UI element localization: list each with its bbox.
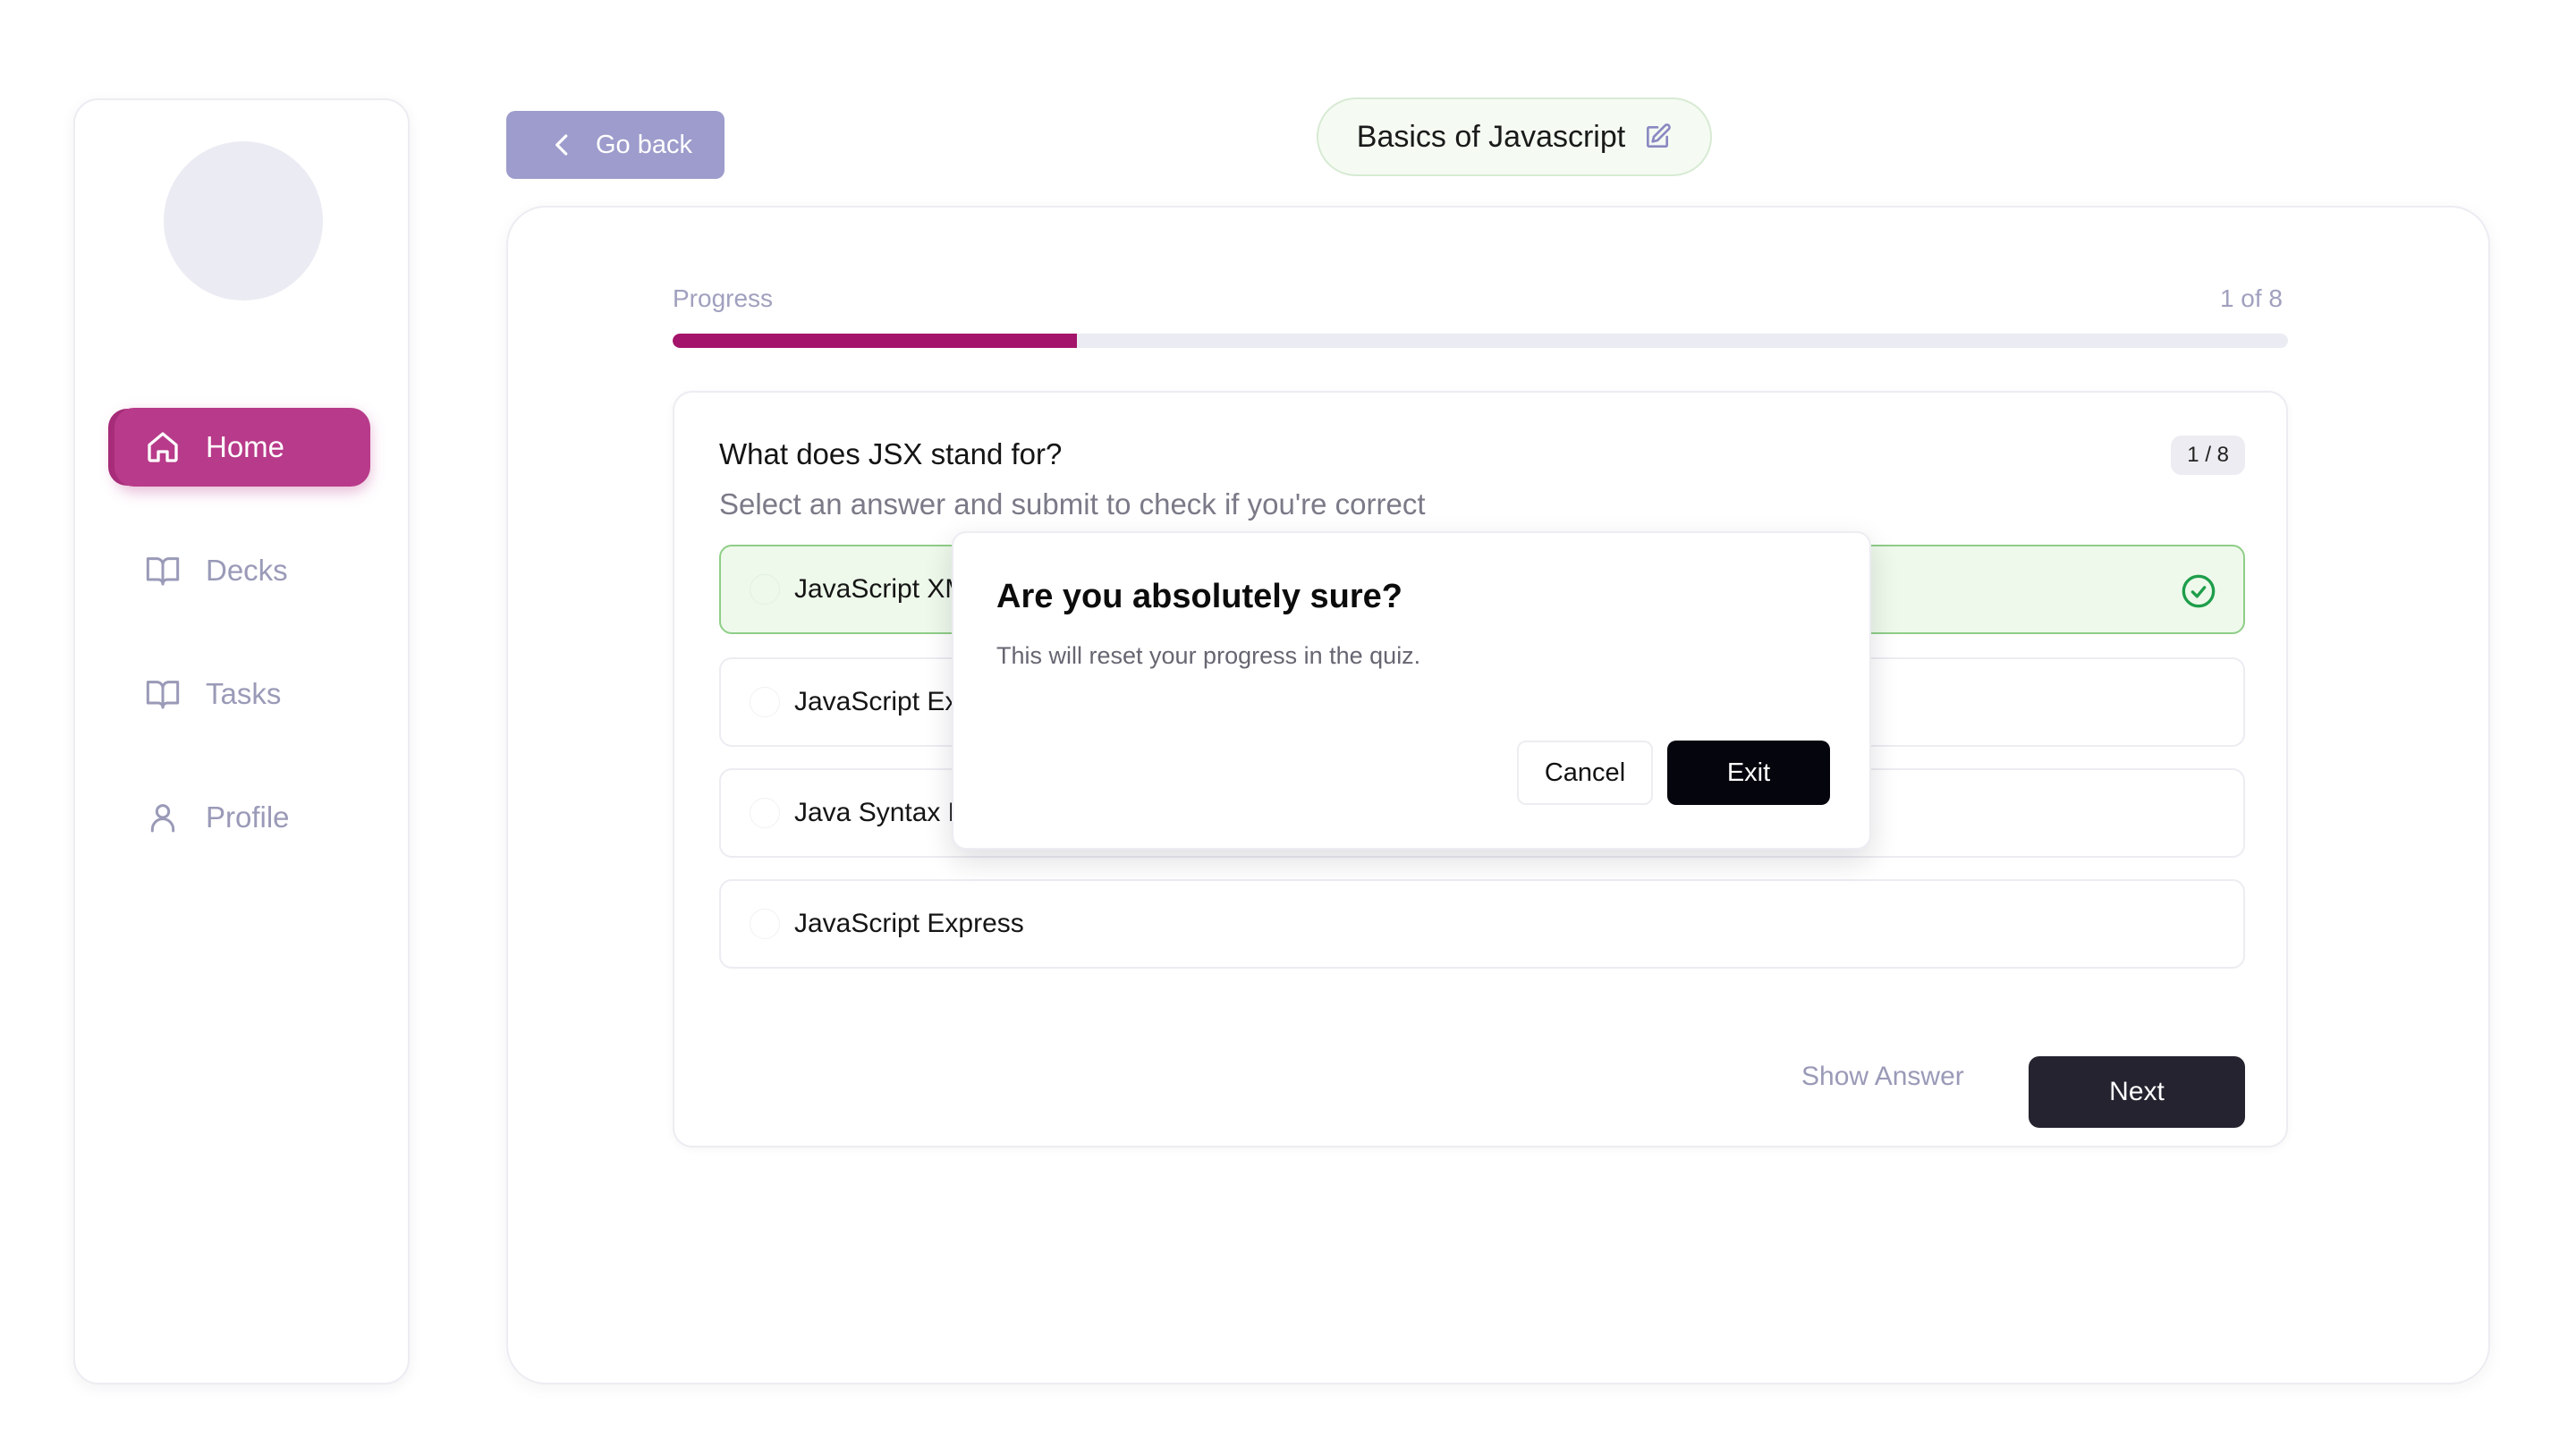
- edit-icon: [1647, 123, 1672, 148]
- sidebar-item-label: Decks: [206, 554, 288, 587]
- chevron-left-icon: [555, 134, 568, 156]
- progress-bar: [673, 334, 2288, 348]
- app-root: Home Decks Tasks Profile Go back Basics …: [0, 0, 2576, 1431]
- go-back-label: Go back: [596, 130, 692, 159]
- deck-title: Basics of Javascript: [1356, 119, 1626, 154]
- confirm-dialog: Are you absolutely sure? This will reset…: [952, 531, 1871, 850]
- cancel-button[interactable]: Cancel: [1517, 741, 1653, 805]
- radio-button[interactable]: [750, 798, 780, 828]
- book-icon: [145, 553, 181, 588]
- progress-fill: [673, 334, 1077, 348]
- radio-button[interactable]: [750, 574, 780, 605]
- sidebar-item-decks[interactable]: Decks: [114, 531, 370, 610]
- sidebar-item-label: Tasks: [206, 677, 282, 710]
- progress-label: Progress: [673, 284, 774, 312]
- radio-button[interactable]: [750, 909, 780, 939]
- deck-title-pill: Basics of Javascript: [1317, 97, 1712, 176]
- answer-option-label: JavaScript Express: [794, 909, 1024, 938]
- exit-button[interactable]: Exit: [1667, 741, 1830, 805]
- sidebar-item-profile[interactable]: Profile: [114, 778, 370, 857]
- avatar[interactable]: [164, 141, 323, 301]
- user-icon: [145, 800, 181, 835]
- check-circle-icon: [2182, 574, 2216, 608]
- edit-deck-button[interactable]: [1643, 123, 1672, 151]
- sidebar-item-label: Profile: [206, 800, 290, 834]
- sidebar: Home Decks Tasks Profile: [73, 98, 410, 1384]
- book-icon: [145, 676, 181, 712]
- home-icon: [145, 429, 181, 465]
- question-counter-badge: 1 / 8: [2171, 436, 2245, 475]
- sidebar-item-label: Home: [206, 430, 285, 463]
- question-title: What does JSX stand for?: [719, 437, 1063, 470]
- sidebar-item-tasks[interactable]: Tasks: [114, 655, 370, 733]
- sidebar-item-home[interactable]: Home: [114, 408, 370, 487]
- dialog-title: Are you absolutely sure?: [996, 578, 1403, 615]
- show-answer-button[interactable]: Show Answer: [1801, 1062, 1964, 1092]
- dialog-description: This will reset your progress in the qui…: [996, 642, 1421, 669]
- answer-option[interactable]: JavaScript Express: [719, 879, 2245, 969]
- radio-button[interactable]: [750, 687, 780, 717]
- next-button[interactable]: Next: [2029, 1056, 2245, 1128]
- question-subtitle: Select an answer and submit to check if …: [719, 487, 1426, 521]
- go-back-button[interactable]: Go back: [506, 111, 724, 179]
- progress-count: 1 of 8: [2219, 284, 2283, 312]
